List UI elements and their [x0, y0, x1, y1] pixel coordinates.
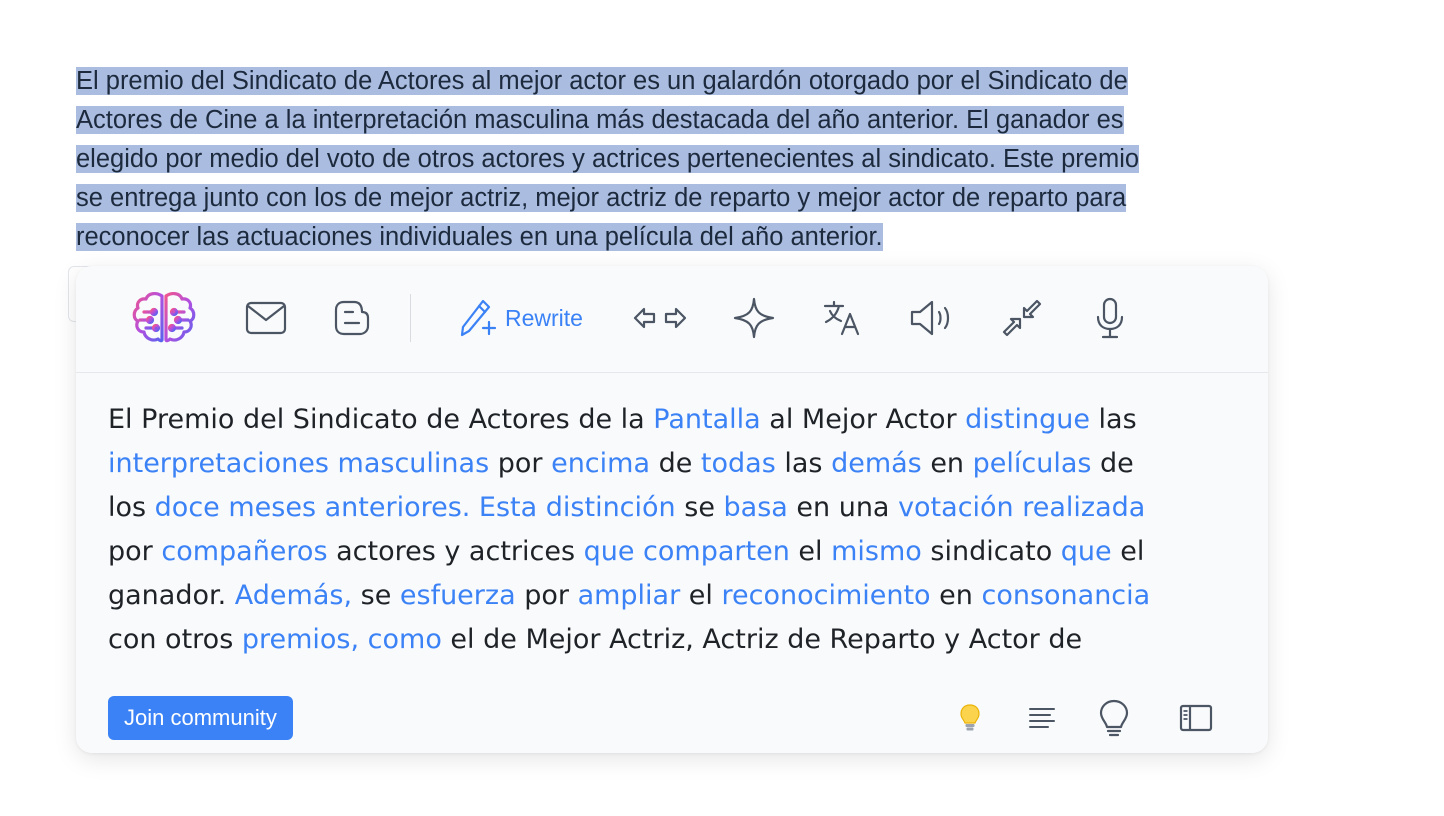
changed-phrase: películas	[972, 448, 1092, 479]
unchanged-phrase: por	[515, 580, 578, 611]
changed-phrase: todas	[700, 448, 776, 479]
mail-icon[interactable]	[242, 290, 290, 346]
unchanged-phrase: El Premio del Sindicato de Actores de la	[108, 404, 654, 435]
selected-line: se entrega junto con los de mejor actriz…	[76, 184, 1127, 212]
changed-phrase: compañeros	[161, 536, 328, 567]
rewrite-button[interactable]: Rewrite	[454, 290, 588, 346]
microphone-icon[interactable]	[1088, 290, 1132, 346]
unchanged-phrase: en	[930, 580, 982, 611]
unchanged-phrase: las	[775, 448, 832, 479]
speaker-icon[interactable]	[908, 290, 956, 346]
unchanged-phrase: se	[675, 492, 724, 523]
panel-footer: Join community	[76, 676, 1268, 753]
changed-phrase: consonancia	[981, 580, 1151, 611]
rewrite-result-text[interactable]: El Premio del Sindicato de Actores de la…	[108, 398, 1168, 676]
selected-line: El premio del Sindicato de Actores al me…	[76, 67, 1128, 95]
unchanged-phrase: el de Mejor Actriz, Actriz de Reparto y …	[441, 624, 1083, 655]
changed-phrase: demás	[831, 448, 922, 479]
changed-phrase: reconocimiento	[721, 580, 931, 611]
selected-paragraph[interactable]: El premio del Sindicato de Actores al me…	[76, 62, 1316, 257]
unchanged-phrase: se	[352, 580, 400, 611]
changed-phrase: premios, como	[241, 624, 442, 655]
toolbar-divider	[410, 294, 411, 342]
shrink-arrows-icon[interactable]	[1000, 290, 1044, 346]
changed-phrase: esfuerza	[399, 580, 516, 611]
unchanged-phrase: el	[680, 580, 722, 611]
selected-line: elegido por medio del voto de otros acto…	[76, 145, 1140, 173]
rewrite-label: Rewrite	[505, 304, 583, 331]
idea-bulb-icon[interactable]	[1094, 698, 1134, 738]
changed-phrase: ampliar	[577, 580, 681, 611]
unchanged-phrase: en	[921, 448, 973, 479]
changed-phrase: distingue	[965, 404, 1090, 435]
changed-phrase: Además,	[234, 580, 353, 611]
changed-phrase: basa	[723, 492, 788, 523]
unchanged-phrase: sindicato	[921, 536, 1061, 567]
join-community-button[interactable]: Join community	[108, 696, 293, 740]
unchanged-phrase: con otros	[108, 624, 242, 655]
unchanged-phrase: las	[1089, 404, 1137, 435]
changed-phrase: doce meses anteriores. Esta distinción	[154, 492, 676, 523]
unchanged-phrase: al Mejor Actor	[760, 404, 966, 435]
changed-phrase: encima	[551, 448, 650, 479]
assistant-panel: Rewrite El Premio del Sindicato de Actor…	[76, 266, 1268, 753]
unchanged-phrase: el	[789, 536, 832, 567]
align-text-icon[interactable]	[1022, 698, 1062, 738]
translate-icon[interactable]	[820, 290, 864, 346]
changed-phrase: que	[1060, 536, 1112, 567]
blogger-icon[interactable]	[330, 290, 374, 346]
magic-pen-icon	[460, 299, 497, 337]
lightbulb-emoji-icon[interactable]	[950, 698, 990, 738]
toolbar: Rewrite	[76, 266, 1268, 373]
changed-phrase: interpretaciones masculinas	[108, 448, 490, 479]
unchanged-phrase: en una	[787, 492, 899, 523]
selected-line: reconocer las actuaciones individuales e…	[76, 223, 883, 251]
unchanged-phrase: por	[489, 448, 552, 479]
brain-logo-icon[interactable]	[128, 290, 200, 346]
unchanged-phrase: por	[108, 536, 162, 567]
page: El premio del Sindicato de Actores al me…	[0, 0, 1444, 816]
changed-phrase: Pantalla	[653, 404, 761, 435]
arrows-left-right-icon[interactable]	[632, 290, 688, 346]
changed-phrase: votación realizada	[898, 492, 1146, 523]
changed-phrase: mismo	[831, 536, 922, 567]
selected-line: Actores de Cine a la interpretación masc…	[76, 106, 1124, 134]
sidebar-panel-icon[interactable]	[1176, 698, 1216, 738]
sparkle-icon[interactable]	[732, 290, 776, 346]
unchanged-phrase: actores y actrices	[327, 536, 584, 567]
unchanged-phrase: de	[650, 448, 701, 479]
changed-phrase: que comparten	[583, 536, 790, 567]
